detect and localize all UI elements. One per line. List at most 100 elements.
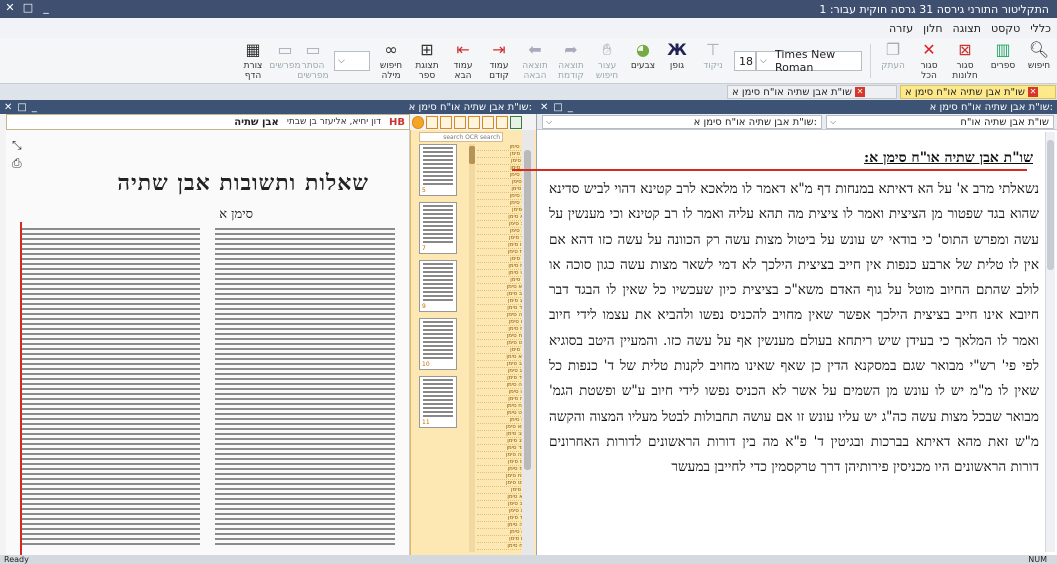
- document-icon[interactable]: [426, 115, 438, 129]
- section-list-item[interactable]: לו סימן: [477, 389, 525, 396]
- close-all-button[interactable]: ✕ סגור הכל: [912, 40, 946, 82]
- close-windows-button[interactable]: ⊠ סגור חלונות: [948, 40, 982, 82]
- commentary-button[interactable]: ▭ מפרשים: [268, 40, 302, 82]
- thumbnail-page[interactable]: 5: [419, 144, 457, 196]
- document-icon[interactable]: [496, 115, 508, 129]
- search-combo[interactable]: ⌵: [334, 51, 370, 71]
- section-list-item[interactable]: נ סימן: [477, 487, 525, 494]
- previous-page-button[interactable]: ⇥ עמוד קודם: [482, 40, 516, 82]
- close-window-icon[interactable]: ✕: [4, 1, 16, 14]
- scanned-page[interactable]: ⤡ ⎙ שאלות ותשובות אבן שתיה סימן א: [6, 130, 410, 555]
- section-list-item[interactable]: נז סימן: [477, 536, 525, 543]
- menu-help[interactable]: עזרה: [889, 22, 913, 35]
- section-list-item[interactable]: נו סימן: [477, 529, 525, 536]
- section-list-item[interactable]: ב סימן: [477, 151, 525, 158]
- nikud-button[interactable]: ⊤ ניקוד: [696, 40, 730, 82]
- section-list-item[interactable]: מד סימן: [477, 445, 525, 452]
- document-icon[interactable]: [510, 115, 522, 129]
- section-list-item[interactable]: ל סימן: [477, 347, 525, 354]
- thumbnail-scrollbar[interactable]: [469, 144, 475, 552]
- menu-window[interactable]: חלון: [923, 22, 942, 35]
- scroll-thumb[interactable]: [1047, 140, 1054, 270]
- menu-view[interactable]: תצוגה: [953, 22, 981, 35]
- word-search-button[interactable]: ∞ חיפוש מילה: [374, 40, 408, 82]
- section-list-item[interactable]: י סימן: [477, 207, 525, 214]
- section-list-item[interactable]: נג סימן: [477, 508, 525, 515]
- torah-text[interactable]: שו"ת אבן שתיה או"ח סימן א: נשאלתי מרב א'…: [549, 146, 1039, 546]
- section-list-item[interactable]: יג סימן: [477, 228, 525, 235]
- section-list-item[interactable]: ה סימן: [477, 172, 525, 179]
- section-list-item[interactable]: לד סימן: [477, 375, 525, 382]
- section-list-item[interactable]: לה סימן: [477, 382, 525, 389]
- tab-document-active[interactable]: שו"ת אבן שתיה או"ח סימן א ✕: [900, 85, 1056, 99]
- circle-icon[interactable]: [412, 115, 424, 129]
- scroll-thumb[interactable]: [469, 146, 475, 164]
- expand-icon[interactable]: ⤡: [12, 138, 22, 153]
- close-tab-icon[interactable]: ✕: [854, 87, 865, 97]
- section-list-item[interactable]: מט סימן: [477, 480, 525, 487]
- section-list-item[interactable]: יז סימן: [477, 256, 525, 263]
- restore-pane-icon[interactable]: □: [553, 102, 562, 113]
- page-layout-button[interactable]: ▦ צורת הדף: [236, 40, 270, 82]
- books-button[interactable]: ▥ ספרים: [986, 40, 1020, 82]
- section-list-item[interactable]: לא סימן: [477, 354, 525, 361]
- section-list-item[interactable]: כו סימן: [477, 319, 525, 326]
- font-name-select[interactable]: ⌵ Times New Roman: [756, 48, 862, 74]
- section-list-item[interactable]: יט סימן: [477, 270, 525, 277]
- section-list-item[interactable]: כד סימן: [477, 305, 525, 312]
- search-button[interactable]: 🔍︎ חיפוש: [1022, 40, 1056, 82]
- section-list-item[interactable]: מג סימן: [477, 438, 525, 445]
- section-list-item[interactable]: כה סימן: [477, 312, 525, 319]
- font-button[interactable]: Ж גופן: [660, 40, 694, 82]
- section-list-item[interactable]: מא סימן: [477, 424, 525, 431]
- minimize-window-icon[interactable]: _: [40, 1, 52, 14]
- page-scrollbar[interactable]: [522, 130, 534, 555]
- colors-button[interactable]: ◕ צבעים: [626, 40, 660, 82]
- section-list-item[interactable]: נב סימן: [477, 501, 525, 508]
- minimize-pane-icon[interactable]: _: [568, 102, 573, 113]
- section-list-item[interactable]: כח סימן: [477, 333, 525, 340]
- section-list-item[interactable]: ח סימן: [477, 193, 525, 200]
- section-list-item[interactable]: כא סימן: [477, 284, 525, 291]
- section-list-item[interactable]: כט סימן: [477, 340, 525, 347]
- maximize-window-icon[interactable]: □: [22, 1, 34, 14]
- next-page-button[interactable]: ⇤ עמוד הבא: [446, 40, 480, 82]
- font-size-select[interactable]: 18: [734, 51, 756, 71]
- thumbnail-page[interactable]: 11: [419, 376, 457, 428]
- section-list-item[interactable]: מז סימן: [477, 466, 525, 473]
- tab-document[interactable]: שו"ת אבן שתיה או"ח סימן א ✕: [727, 85, 897, 99]
- close-pane-icon[interactable]: ✕: [540, 102, 548, 113]
- menu-text[interactable]: טקסט: [991, 22, 1020, 35]
- section-list-item[interactable]: מ סימן: [477, 417, 525, 424]
- document-icon[interactable]: [468, 115, 480, 129]
- restore-pane-icon[interactable]: □: [17, 102, 26, 113]
- section-list-item[interactable]: כז סימן: [477, 326, 525, 333]
- menu-general[interactable]: כללי: [1030, 22, 1051, 35]
- thumbnail-page[interactable]: 10: [419, 318, 457, 370]
- section-list-item[interactable]: נה סימן: [477, 522, 525, 529]
- section-list-item[interactable]: לג סימן: [477, 368, 525, 375]
- scroll-thumb[interactable]: [524, 150, 531, 470]
- section-list-item[interactable]: ז סימן: [477, 186, 525, 193]
- book-select[interactable]: ⌵ שו"ת אבן שתיה או"ח: [826, 115, 1054, 129]
- section-list-item[interactable]: כג סימן: [477, 298, 525, 305]
- next-result-button[interactable]: ⬅︎ תוצאה הבאה: [518, 40, 552, 82]
- document-icon[interactable]: [440, 115, 452, 129]
- section-list-item[interactable]: כב סימן: [477, 291, 525, 298]
- copy-button[interactable]: ❐ העתק: [876, 40, 910, 82]
- thumbnail-page[interactable]: 7: [419, 202, 457, 254]
- section-list-item[interactable]: א סימן: [477, 144, 525, 151]
- section-list-item[interactable]: יד סימן: [477, 235, 525, 242]
- section-select[interactable]: ⌵ שו"ת אבן שתיה או"ח סימן א:: [542, 115, 822, 129]
- section-list-item[interactable]: טו סימן: [477, 242, 525, 249]
- section-list-item[interactable]: לב סימן: [477, 361, 525, 368]
- section-list-item[interactable]: טז סימן: [477, 249, 525, 256]
- section-list-item[interactable]: מח סימן: [477, 473, 525, 480]
- section-list-item[interactable]: לז סימן: [477, 396, 525, 403]
- book-view-button[interactable]: ⊞ תצוגת ספר: [410, 40, 444, 82]
- section-list-item[interactable]: ו סימן: [477, 179, 525, 186]
- section-list-item[interactable]: יב סימן: [477, 221, 525, 228]
- section-list-item[interactable]: לח סימן: [477, 403, 525, 410]
- close-tab-icon[interactable]: ✕: [1027, 87, 1038, 97]
- section-list-item[interactable]: ג סימן: [477, 158, 525, 165]
